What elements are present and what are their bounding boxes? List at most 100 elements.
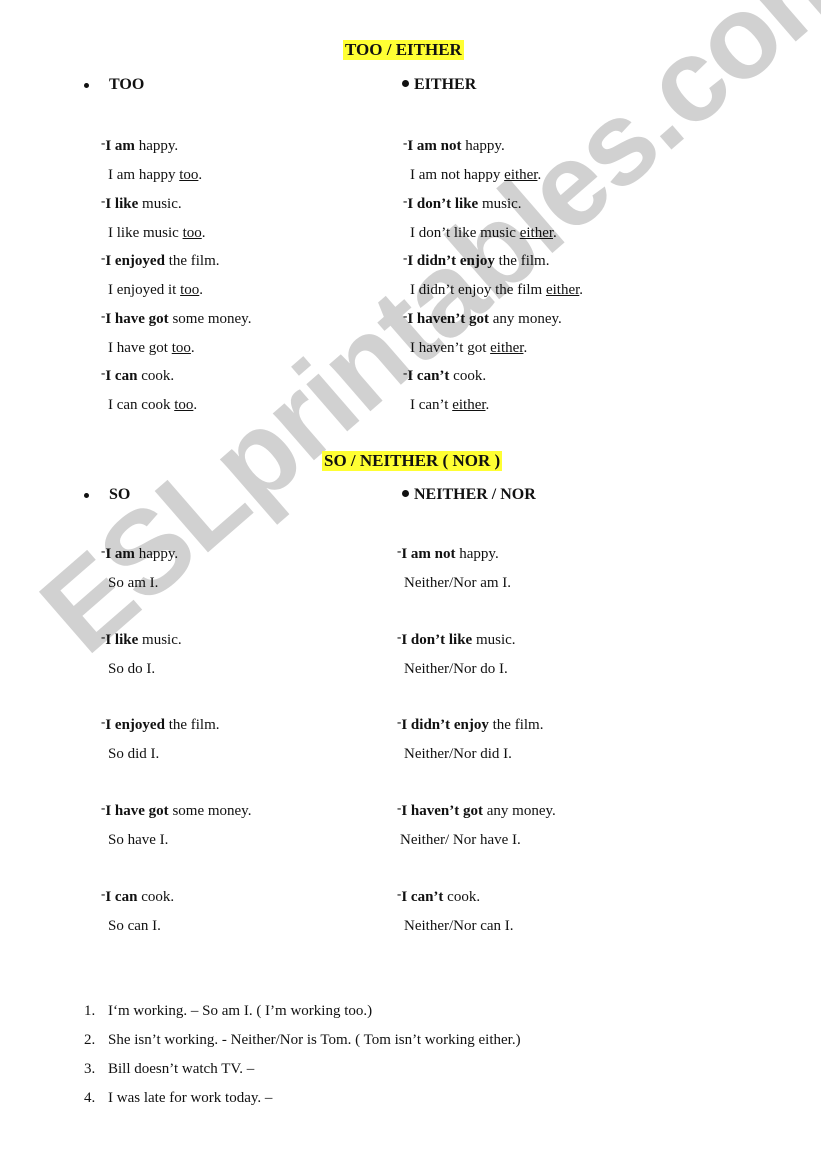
statement-rest: some money. [168, 310, 252, 327]
statement-rest: the film. [494, 253, 550, 269]
statement-bold: I can [105, 888, 138, 905]
reply-keyword: either [490, 339, 524, 356]
so-statement: -I am happy. [101, 543, 179, 563]
so-reply: So am I. [108, 575, 159, 591]
neither-reply: Neither/Nor do I. [404, 660, 508, 677]
either-statement: -I haven’t got any money. [403, 307, 562, 328]
reply-text: I have got [108, 339, 172, 356]
dash-marker: - [101, 628, 106, 644]
either-statement: -I don’t like music. [403, 192, 522, 213]
either-statement: -I am not happy. [403, 135, 505, 155]
bullet-icon [402, 489, 409, 497]
reply-text: I didn’t enjoy the film [410, 282, 546, 298]
statement-bold: I like [105, 631, 139, 648]
exercise-text: She isn’t working. - Neither/Nor is Tom.… [108, 1032, 521, 1048]
bullet-icon [402, 79, 409, 87]
statement-bold: I don’t like [407, 195, 479, 212]
dash-marker: - [101, 543, 106, 558]
neither-statement: -I didn’t enjoy the film. [397, 714, 544, 734]
reply-keyword: too [179, 167, 199, 183]
dash-marker: - [101, 135, 106, 150]
dash-marker: - [101, 365, 106, 380]
reply-text: I am not happy [410, 167, 505, 183]
either-statement: -I can’t cook. [403, 365, 486, 385]
so-reply: So do I. [108, 660, 156, 677]
statement-rest: any money. [483, 803, 556, 820]
statement-bold: I am [105, 138, 135, 154]
dash-marker: - [101, 714, 106, 730]
too-reply: I have got too. [108, 339, 195, 357]
reply-keyword: too [174, 397, 194, 413]
dash-marker: - [397, 885, 402, 901]
statement-bold: I have got [105, 310, 169, 327]
heading-either: EITHER [402, 76, 476, 94]
heading-too: TOO [84, 76, 144, 94]
statement-rest: any money. [489, 310, 562, 327]
exercise-item: 3. Bill doesn’t watch TV. – [84, 1060, 254, 1078]
statement-bold: I have got [105, 803, 169, 820]
neither-statement: -I can’t cook. [397, 885, 481, 906]
statement-bold: I like [105, 195, 139, 212]
section-title-too-either: TOO / EITHER [343, 40, 464, 60]
reply-punct: . [199, 282, 203, 298]
dash-marker: - [101, 885, 106, 901]
dash-marker: - [403, 365, 408, 380]
section-title-so-neither: SO / NEITHER ( NOR ) [322, 451, 503, 471]
heading-neither-nor-label: NEITHER / NOR [414, 486, 536, 503]
reply-text: I don’t like music [410, 224, 520, 241]
neither-reply: Neither/Nor am I. [404, 575, 512, 591]
so-statement: -I like music. [101, 628, 182, 649]
exercise-text: I‘m working. – So am I. ( I’m working to… [108, 1003, 373, 1019]
dash-marker: - [101, 307, 106, 323]
either-reply: I haven’t got either. [410, 339, 527, 357]
statement-bold: I am not [401, 546, 456, 562]
dash-marker: - [397, 800, 402, 816]
too-reply: I like music too. [108, 224, 206, 242]
dash-marker: - [403, 307, 408, 323]
statement-bold: I can’t [401, 888, 444, 905]
either-reply: I can’t either. [410, 396, 489, 414]
statement-bold: I can’t [407, 368, 450, 384]
dash-marker: - [403, 192, 408, 208]
neither-reply: Neither/Nor did I. [404, 746, 512, 763]
statement-rest: cook. [443, 888, 481, 905]
so-reply: So did I. [108, 746, 160, 763]
reply-text: I haven’t got [410, 339, 491, 356]
dash-marker: - [403, 250, 408, 265]
reply-text: I like music [108, 224, 183, 241]
exercise-number: 3. [84, 1061, 96, 1077]
statement-rest: the film. [488, 717, 544, 734]
statement-rest: the film. [164, 253, 220, 269]
statement-rest: music. [138, 195, 182, 212]
reply-keyword: too [182, 224, 202, 241]
neither-statement: -I am not happy. [397, 543, 499, 563]
either-statement: -I didn’t enjoy the film. [403, 250, 550, 270]
statement-rest: happy. [461, 138, 505, 154]
exercise-number: 4. [84, 1090, 96, 1106]
dash-marker: - [101, 800, 106, 816]
exercise-number: 2. [84, 1032, 96, 1048]
neither-reply: Neither/ Nor have I. [400, 832, 521, 849]
too-statement: -I like music. [101, 193, 182, 213]
either-reply: I don’t like music either. [410, 224, 557, 242]
neither-statement: -I don’t like music. [397, 628, 516, 649]
heading-so-label: SO [109, 486, 131, 503]
too-statement: -I am happy. [101, 135, 178, 155]
reply-punct: . [198, 167, 203, 183]
dash-marker: - [397, 628, 402, 644]
heading-so: SO [84, 486, 130, 504]
statement-bold: I didn’t enjoy [401, 717, 489, 734]
statement-rest: music. [138, 631, 182, 648]
statement-rest: happy. [134, 546, 179, 562]
statement-bold: I am [105, 546, 135, 562]
either-reply: I didn’t enjoy the film either. [410, 281, 583, 299]
statement-rest: happy. [455, 546, 499, 562]
reply-text: I can’t [410, 397, 453, 413]
heading-neither-nor: NEITHER / NOR [402, 486, 536, 504]
either-reply: I am not happy either. [410, 166, 541, 184]
so-reply: So can I. [108, 917, 161, 934]
dash-marker: - [403, 135, 408, 150]
neither-reply: Neither/Nor can I. [404, 917, 514, 934]
reply-punct: . [201, 224, 206, 241]
so-statement: -I enjoyed the film. [101, 714, 220, 734]
